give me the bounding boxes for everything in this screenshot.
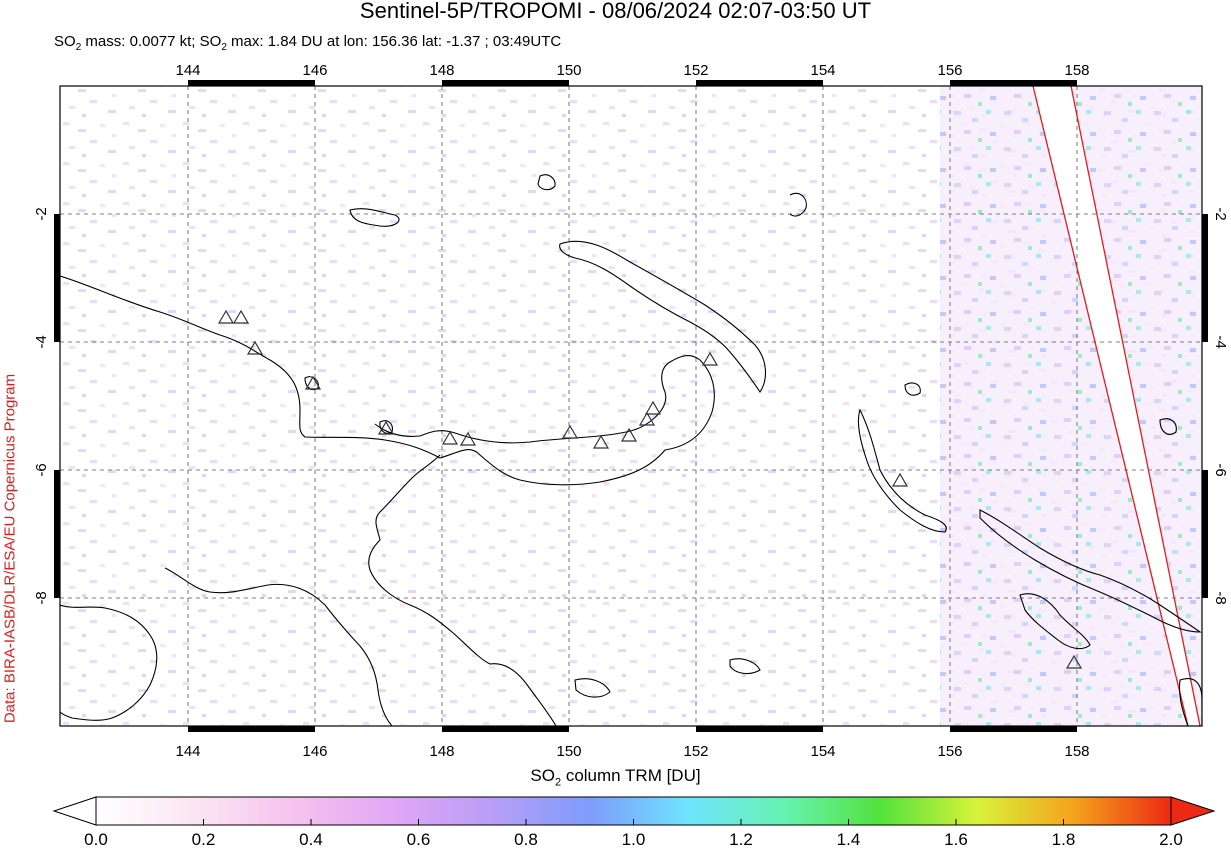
- colorbar-tick: 2.0: [1159, 830, 1183, 849]
- so2-map[interactable]: 144 146 148 150 152 154 156 158 144 146 …: [0, 0, 1231, 853]
- lat-tick: -8: [1212, 591, 1229, 604]
- colorbar-tick: 1.0: [621, 830, 646, 849]
- lat-tick: -8: [33, 591, 50, 604]
- colorbar-label-prefix: SO: [530, 766, 555, 785]
- lon-ticks-bottom: 144 146 148 150 152 154 156 158: [175, 743, 1089, 760]
- colorbar-under-arrow: [52, 796, 97, 826]
- lat-ticks-right: -2 -4 -6 -8: [1212, 207, 1229, 604]
- lon-ticks-top: 144 146 148 150 152 154 156 158: [175, 62, 1089, 79]
- lon-tick: 156: [937, 62, 962, 79]
- lon-tick: 152: [683, 62, 708, 79]
- lon-tick: 150: [556, 62, 581, 79]
- lon-tick: 154: [810, 62, 835, 79]
- lon-tick: 146: [302, 743, 327, 760]
- lon-tick: 144: [175, 743, 200, 760]
- colorbar-over-arrow: [1170, 796, 1216, 826]
- colorbar-tick: 1.2: [729, 830, 753, 849]
- lon-tick: 150: [556, 743, 581, 760]
- lat-tick: -2: [1212, 207, 1229, 220]
- colorbar-tick: 0.2: [191, 830, 216, 849]
- lon-tick: 158: [1064, 743, 1089, 760]
- colorbar-tick: 0.0: [84, 830, 108, 849]
- lon-tick: 158: [1064, 62, 1089, 79]
- lat-tick: -6: [1212, 463, 1229, 476]
- lat-tick: -4: [1212, 335, 1229, 348]
- lon-tick: 148: [429, 743, 454, 760]
- colorbar-tick: 1.4: [836, 830, 861, 849]
- lon-tick: 146: [302, 62, 327, 79]
- lon-tick: 152: [683, 743, 708, 760]
- map-frame: 144 146 148 150 152 154 156 158 144 146 …: [33, 62, 1229, 760]
- lon-tick: 154: [810, 743, 835, 760]
- colorbar-tick: 1.6: [944, 830, 968, 849]
- colorbar-tick: 0.6: [406, 830, 431, 849]
- lat-tick: -4: [33, 335, 50, 348]
- lon-tick: 144: [175, 62, 200, 79]
- colorbar-label: SO2 column TRM [DU]: [0, 766, 1231, 788]
- colorbar-label-suffix: column TRM [DU]: [561, 766, 701, 785]
- lon-tick: 156: [937, 743, 962, 760]
- colorbar-tick: 0.4: [299, 830, 323, 849]
- colorbar: [52, 796, 1216, 826]
- lat-tick: -6: [33, 463, 50, 476]
- colorbar-tick: 0.8: [514, 830, 538, 849]
- lat-tick: -2: [33, 207, 50, 220]
- lat-ticks-left: -2 -4 -6 -8: [33, 207, 50, 604]
- colorbar-tick: 1.8: [1051, 830, 1076, 849]
- lon-tick: 148: [429, 62, 454, 79]
